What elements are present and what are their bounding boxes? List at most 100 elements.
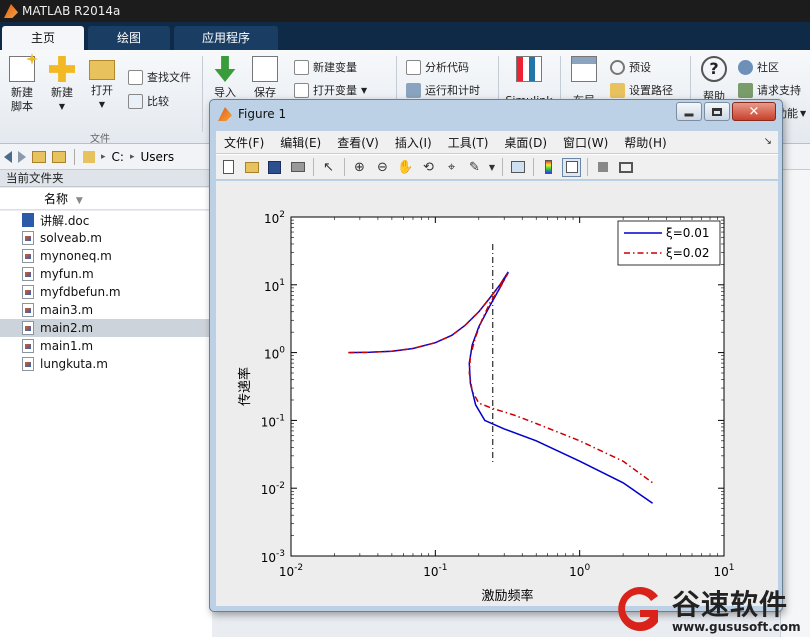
path-segment-users[interactable]: Users [140,150,174,164]
tab-home[interactable]: 主页 [2,26,84,50]
help-button[interactable]: ? 帮助 [694,54,734,104]
open-file-icon[interactable] [242,158,261,177]
new-button[interactable]: 新建 ▼ [42,54,82,114]
figure-menu-item[interactable]: 帮助(H) [624,134,666,151]
save-icon[interactable] [265,158,284,177]
up-folder-icon[interactable] [32,150,46,163]
file-item[interactable]: 讲解.doc [0,211,212,229]
run-and-time-button[interactable]: 运行和计时 [406,81,480,99]
request-support-icon [738,82,753,98]
find-files-label: 查找文件 [147,71,191,84]
close-button[interactable]: ✕ [732,102,776,121]
forward-arrow-icon[interactable] [18,150,26,163]
import-button[interactable]: 导入 [205,54,245,100]
m-file-icon [22,321,34,335]
tab-apps[interactable]: 应用程序 [174,26,278,50]
figure-window[interactable]: Figure 1 ✕ 文件(F) 编辑(E) 查看(V) 插入(I) 工具(T) 桌面(D… [209,99,783,612]
tick-label: 10-1 [423,563,447,579]
path-segment-drive[interactable]: C: [112,150,124,164]
column-header-name[interactable]: 名称 ▼ [0,188,212,210]
file-item[interactable]: main2.m [0,319,212,337]
file-item[interactable]: myfdbefun.m [0,283,212,301]
tab-plots[interactable]: 绘图 [88,26,170,50]
new-plus-icon [49,56,75,82]
legend-icon[interactable] [562,157,581,177]
maximize-icon [712,107,722,116]
set-path-label: 设置路径 [629,84,673,97]
transmissibility-chart[interactable]: 10-2 10-1 100 10110-310-210-1100101102ξ=0.0… [216,181,778,606]
figure-menu-item[interactable]: 窗口(W) [563,134,608,151]
data-cursor-icon[interactable]: ⌖ [442,158,461,177]
group-file-label: 文件 [90,134,110,145]
brush-dropdown-icon[interactable]: ▼ [488,158,496,177]
preferences-button[interactable]: 预设 [610,58,651,76]
show-plot-tools-icon[interactable] [616,158,635,177]
analyze-code-label: 分析代码 [425,61,469,74]
file-item[interactable]: mynoneq.m [0,247,212,265]
open-button[interactable]: 打开 ▼ [82,54,122,112]
file-item[interactable]: main1.m [0,337,212,355]
pointer-icon[interactable]: ↖ [319,158,338,177]
figure-menu-item[interactable]: 文件(F) [224,134,264,151]
file-item[interactable]: main3.m [0,301,212,319]
file-name: main3.m [40,303,94,317]
current-folder-title: 当前文件夹 [0,170,212,187]
figure-menu-item[interactable]: 桌面(D) [504,134,547,151]
brush-icon[interactable]: ✎ [465,158,484,177]
file-item[interactable]: myfun.m [0,265,212,283]
figure-menu-item[interactable]: 工具(T) [448,134,489,151]
x-axis-label: 激励频率 [481,588,533,604]
file-item[interactable]: solveab.m [0,229,212,247]
file-list: 讲解.doc solveab.m mynoneq.m myfun.m myfdbefun… [0,211,212,637]
new-variable-button[interactable]: 新建变量 [294,58,357,76]
figure-menu-item[interactable]: 插入(I) [395,134,432,151]
right-panel [780,170,810,637]
file-item[interactable]: lungkuta.m [0,355,212,373]
open-variable-button[interactable]: 打开变量 ▼ [294,81,367,99]
zoom-out-icon[interactable]: ⊖ [373,158,392,177]
set-path-button[interactable]: 设置路径 [610,81,673,99]
tick-label-exponent: 0 [279,346,285,356]
menu-dock-arrow-icon[interactable]: ↘ [764,136,772,147]
colorbar-icon[interactable] [539,158,558,177]
tick-label: 10-3 [261,549,285,565]
figure-menu-item[interactable]: 编辑(E) [280,134,321,151]
tick-label-exponent: 1 [729,563,735,573]
community-button[interactable]: 社区 [738,58,779,76]
minimize-button[interactable] [676,102,702,121]
new-figure-icon[interactable] [219,158,238,177]
hide-plot-tools-icon[interactable] [593,158,612,177]
word-doc-icon [22,213,34,227]
link-plot-icon[interactable] [508,158,527,177]
watermark-logo-icon [618,587,658,631]
open-variable-label: 打开变量 [313,84,357,97]
compare-button[interactable]: 比较 [128,92,169,110]
legend-label: ξ=0.02 [666,246,709,260]
figure-menu-item[interactable]: 查看(V) [337,134,379,151]
matlab-logo-icon [218,107,232,121]
tick-label: 10-2 [279,563,303,579]
new-script-button[interactable]: 新建 脚本 [2,53,42,114]
tick-label-base: 10 [264,280,279,294]
watermark-url: www.gususoft.com [672,620,801,634]
print-icon[interactable] [288,158,307,177]
tick-label: 100 [264,346,285,362]
community-label: 社区 [757,61,779,74]
set-path-icon [610,82,625,98]
find-files-button[interactable]: 查找文件 [128,68,191,86]
column-header-label: 名称 [44,192,69,206]
rotate-3d-icon[interactable]: ⟲ [419,158,438,177]
folder-open-icon [89,60,115,80]
preferences-label: 预设 [629,61,651,74]
tick-label-exponent: 1 [279,278,285,288]
browse-folder-icon[interactable] [52,150,66,163]
file-name: mynoneq.m [40,249,112,263]
analyze-code-button[interactable]: 分析代码 [406,58,469,76]
back-arrow-icon[interactable] [4,150,12,163]
maximize-button[interactable] [704,102,730,121]
pan-hand-icon[interactable]: ✋ [396,158,415,177]
figure-canvas[interactable]: 10-2 10-1 100 101 10-3 10-2 10-1 100 101 102 ξ=0.0… [216,181,778,606]
zoom-in-icon[interactable]: ⊕ [350,158,369,177]
save-workspace-button[interactable]: 保存 [245,54,285,100]
request-support-button[interactable]: 请求支持 [738,81,801,99]
